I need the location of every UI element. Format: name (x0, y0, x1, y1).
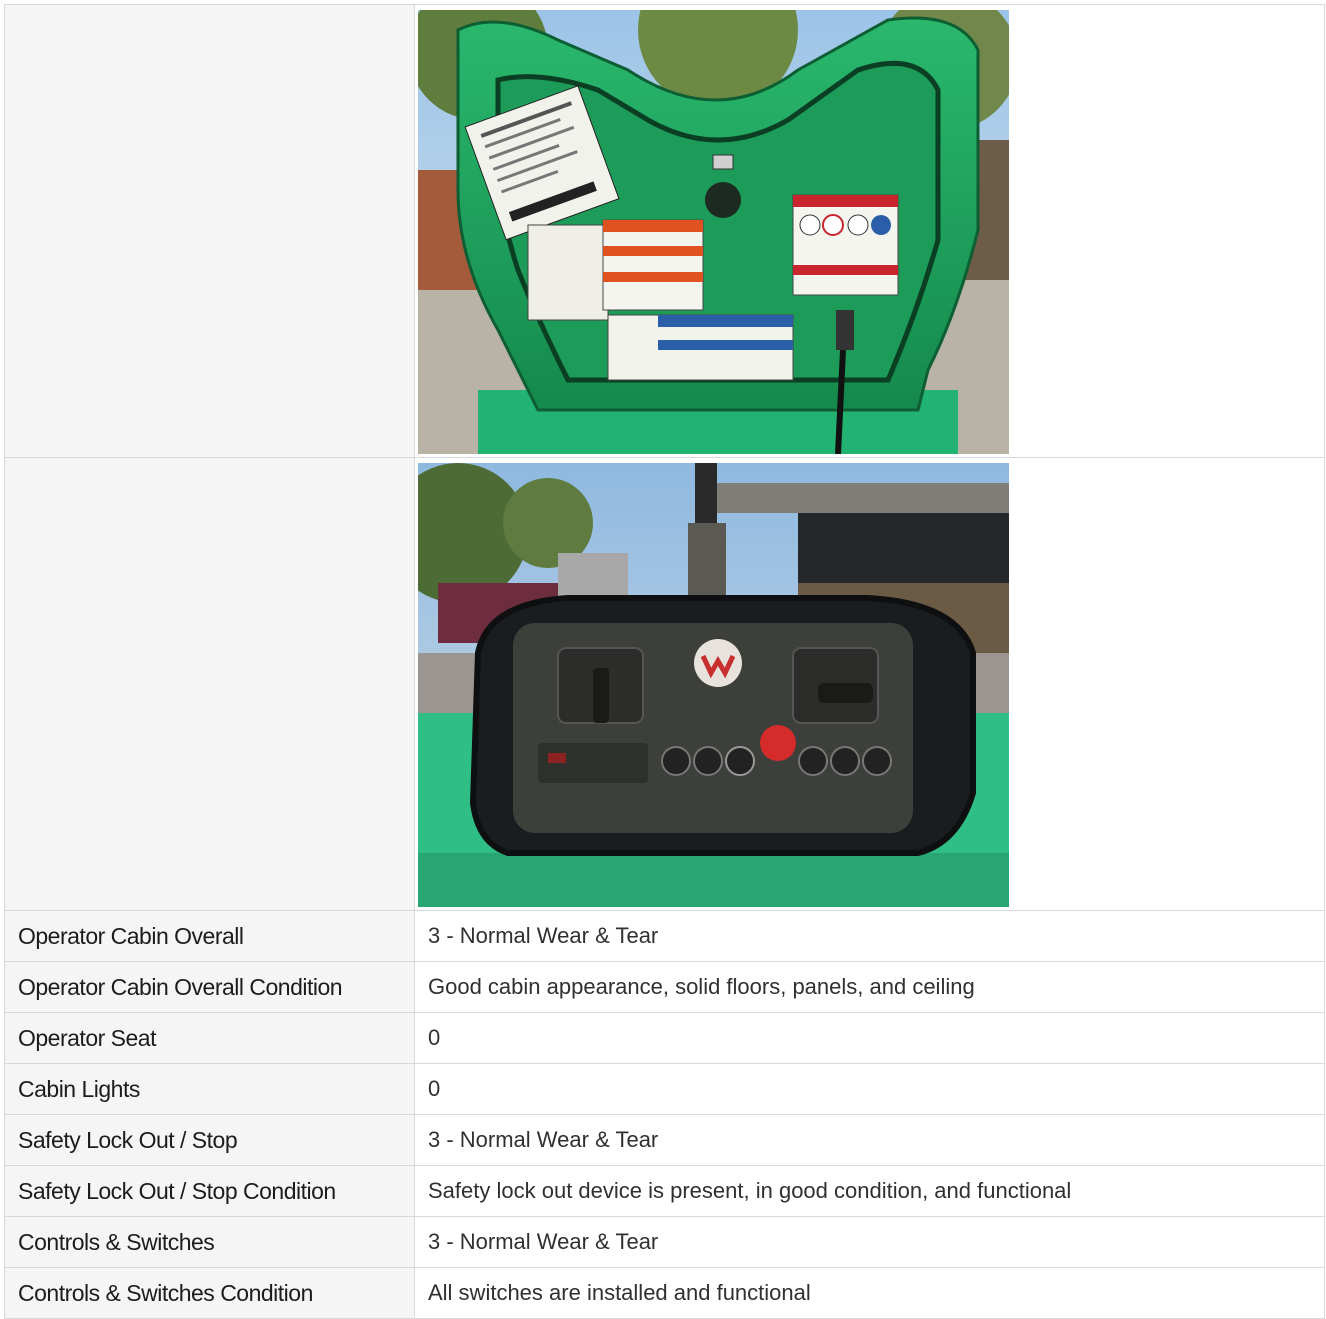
row-value: 0 (414, 1063, 1325, 1115)
row-value: 0 (414, 1012, 1325, 1064)
row-value: Safety lock out device is present, in go… (414, 1165, 1325, 1217)
photo-label-cell (4, 4, 415, 458)
inspection-table: Operator Cabin Overall 3 - Normal Wear &… (4, 4, 1325, 1319)
row-label: Controls & Switches (4, 1216, 415, 1268)
row-label: Operator Cabin Overall (4, 910, 415, 962)
table-row: Safety Lock Out / Stop Condition Safety … (4, 1165, 1325, 1217)
table-row: Controls & Switches 3 - Normal Wear & Te… (4, 1216, 1325, 1268)
row-label: Safety Lock Out / Stop (4, 1114, 415, 1166)
table-row: Operator Seat 0 (4, 1012, 1325, 1064)
row-label: Cabin Lights (4, 1063, 415, 1115)
table-row: Safety Lock Out / Stop 3 - Normal Wear &… (4, 1114, 1325, 1166)
row-value: Good cabin appearance, solid floors, pan… (414, 961, 1325, 1013)
equipment-handle-decals-photo[interactable] (418, 10, 1009, 454)
table-row: Cabin Lights 0 (4, 1063, 1325, 1115)
table-row: Operator Cabin Overall 3 - Normal Wear &… (4, 910, 1325, 962)
table-row: Operator Cabin Overall Condition Good ca… (4, 961, 1325, 1013)
photo-cell (414, 4, 1325, 458)
remote-control-panel-photo[interactable] (418, 463, 1009, 907)
row-value: 3 - Normal Wear & Tear (414, 1216, 1325, 1268)
photo-cell (414, 457, 1325, 911)
photo-row-2 (4, 457, 1325, 911)
row-label: Operator Seat (4, 1012, 415, 1064)
row-value: 3 - Normal Wear & Tear (414, 1114, 1325, 1166)
photo-label-cell (4, 457, 415, 911)
row-value: 3 - Normal Wear & Tear (414, 910, 1325, 962)
photo-row-1 (4, 4, 1325, 458)
row-label: Operator Cabin Overall Condition (4, 961, 415, 1013)
row-label: Safety Lock Out / Stop Condition (4, 1165, 415, 1217)
